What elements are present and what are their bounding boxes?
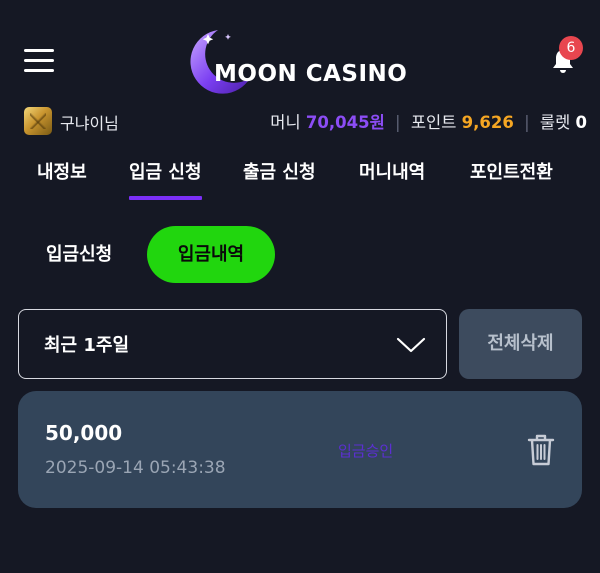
- record-datetime: 2025-09-14 05:43:38: [45, 458, 226, 478]
- avatar: [24, 107, 52, 135]
- balance-stats: 머니 70,045원 | 포인트 9,626 | 룰렛 0: [270, 109, 587, 133]
- tab-money-history[interactable]: 머니내역: [359, 158, 425, 184]
- main-tabs: 내정보 입금 신청 출금 신청 머니내역 포인트전환: [0, 158, 600, 208]
- record-amount: 50,000: [45, 421, 123, 445]
- divider: |: [524, 113, 530, 132]
- hamburger-icon[interactable]: [24, 49, 54, 73]
- subtab-deposit-history[interactable]: 입금내역: [147, 226, 275, 283]
- top-header: MOON CASINO 6: [0, 0, 600, 100]
- deposit-history-page: MOON CASINO 6 구냐이님 머니 70,045원 | 포인트 9,62…: [0, 0, 600, 573]
- tab-withdraw-request[interactable]: 출금 신청: [243, 158, 316, 184]
- roulette-label: 룰렛: [539, 113, 571, 132]
- money-label: 머니: [270, 113, 301, 132]
- period-select[interactable]: 최근 1주일: [18, 309, 447, 379]
- trash-icon[interactable]: [526, 433, 556, 467]
- point-label: 포인트: [410, 113, 457, 132]
- record-status: 입금승인: [338, 442, 394, 460]
- tab-deposit-request[interactable]: 입금 신청: [129, 158, 202, 200]
- site-logo[interactable]: MOON CASINO: [184, 28, 424, 94]
- period-select-value: 최근 1주일: [44, 335, 130, 356]
- roulette-value: 0: [575, 113, 587, 132]
- user-info-bar: 구냐이님 머니 70,045원 | 포인트 9,626 | 룰렛 0: [0, 106, 600, 136]
- point-value: 9,626: [461, 113, 514, 132]
- subtab-deposit-request[interactable]: 입금신청: [46, 226, 112, 283]
- username: 구냐이님: [60, 114, 119, 133]
- deposit-record-card: 50,000 2025-09-14 05:43:38 입금승인: [18, 391, 582, 508]
- delete-all-button[interactable]: 전체삭제: [459, 309, 582, 379]
- divider: |: [395, 113, 401, 132]
- tab-point-convert[interactable]: 포인트전환: [470, 158, 553, 184]
- money-value: 70,045원: [305, 113, 385, 132]
- notification-badge: 6: [559, 36, 583, 60]
- tab-my-info[interactable]: 내정보: [37, 158, 87, 184]
- logo-text: MOON CASINO: [214, 61, 408, 87]
- chevron-down-icon: [396, 337, 426, 353]
